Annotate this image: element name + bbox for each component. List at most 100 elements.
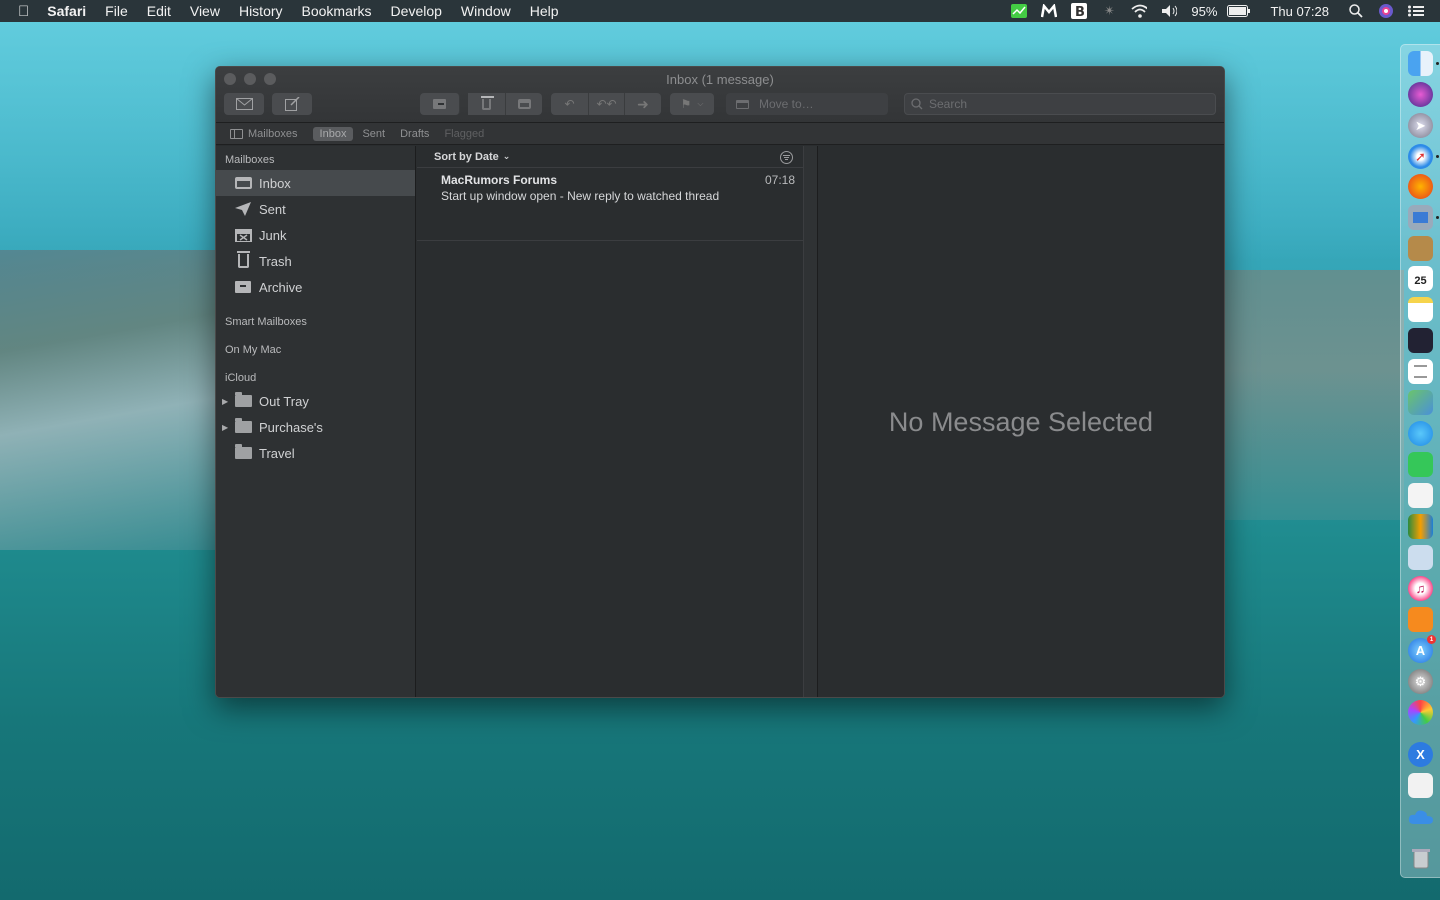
notification-center-icon[interactable] bbox=[1408, 4, 1424, 18]
move-to-button[interactable]: Move to… bbox=[726, 93, 888, 115]
photo-booth-hd-icon[interactable] bbox=[1408, 328, 1433, 353]
itunes-music-icon[interactable]: ♫ bbox=[1408, 576, 1433, 601]
sidebar-item-trash[interactable]: Trash bbox=[216, 248, 415, 274]
message-list: Sort by Date ⌄ MacRumors Forums 07:18 St… bbox=[417, 146, 803, 697]
activity-monitor-icon[interactable] bbox=[1011, 4, 1028, 18]
xcode-icon[interactable]: X bbox=[1408, 742, 1433, 767]
sidebar-item-junk[interactable]: Junk bbox=[216, 222, 415, 248]
facetime-camera-icon[interactable] bbox=[1408, 452, 1433, 477]
sidebar-item-inbox[interactable]: Inbox bbox=[216, 170, 415, 196]
spotlight-search-icon[interactable] bbox=[1348, 4, 1364, 18]
photos-icon[interactable] bbox=[1408, 700, 1433, 725]
calendar-day: 25 bbox=[1414, 275, 1427, 287]
smart-mailboxes-section-header[interactable]: Smart Mailboxes bbox=[216, 300, 415, 332]
contacts-book-icon[interactable] bbox=[1408, 236, 1433, 261]
message-list-scrollbar[interactable] bbox=[803, 146, 818, 697]
envelope-icon bbox=[235, 98, 253, 110]
favorites-sent-button[interactable]: Sent bbox=[362, 128, 385, 140]
compose-button[interactable] bbox=[272, 93, 312, 115]
battery-percentage[interactable]: 95% bbox=[1191, 4, 1217, 19]
desktop-wallpaper-shore-left bbox=[0, 250, 216, 550]
icloud-drive-icon[interactable] bbox=[1408, 804, 1433, 829]
menu-view[interactable]: View bbox=[190, 3, 220, 19]
pages-pen-icon[interactable] bbox=[1408, 483, 1433, 508]
disclosure-triangle-icon[interactable]: ▶ bbox=[222, 397, 228, 406]
b-app-icon[interactable]: B bbox=[1071, 3, 1088, 19]
calendar-icon[interactable]: 25 bbox=[1408, 266, 1433, 291]
maps-icon[interactable] bbox=[1408, 390, 1433, 415]
system-preferences-gear-icon[interactable]: ⚙ bbox=[1408, 669, 1433, 694]
favorites-drafts-button[interactable]: Drafts bbox=[400, 128, 429, 140]
search-input[interactable] bbox=[929, 97, 1199, 111]
sidebar-item-travel[interactable]: Travel bbox=[216, 440, 415, 466]
search-field[interactable] bbox=[904, 93, 1216, 115]
sidebar-item-purchases[interactable]: ▶ Purchase's bbox=[216, 414, 415, 440]
disclosure-triangle-icon[interactable]: ▶ bbox=[222, 423, 228, 432]
menu-history[interactable]: History bbox=[239, 3, 283, 19]
favorites-inbox-button[interactable]: Inbox bbox=[312, 126, 354, 141]
on-my-mac-section-header[interactable]: On My Mac bbox=[216, 332, 415, 360]
bluetooth-icon[interactable]: ✴ bbox=[1101, 3, 1117, 18]
sidebar-item-archive[interactable]: Archive bbox=[216, 274, 415, 300]
flag-button[interactable]: ⚑ ⌵ bbox=[670, 93, 714, 115]
menu-help[interactable]: Help bbox=[530, 3, 559, 19]
sidebar-item-label: Trash bbox=[259, 253, 292, 269]
ibooks-icon[interactable] bbox=[1408, 607, 1433, 632]
documents-folder-icon[interactable] bbox=[1408, 773, 1433, 798]
safari-compass-icon[interactable]: ➚ bbox=[1408, 144, 1433, 169]
menu-bookmarks[interactable]: Bookmarks bbox=[302, 3, 372, 19]
firefox-icon[interactable] bbox=[1408, 174, 1433, 199]
reply-all-button[interactable]: ↶↶ bbox=[589, 93, 625, 115]
sidebar-item-out-tray[interactable]: ▶ Out Tray bbox=[216, 388, 415, 414]
sort-by-date-button[interactable]: Sort by Date bbox=[434, 151, 499, 163]
preview-photo-icon[interactable] bbox=[1408, 205, 1433, 230]
favorites-mailboxes-button[interactable]: Mailboxes bbox=[230, 128, 298, 140]
get-mail-button[interactable] bbox=[224, 93, 264, 115]
icloud-section-header[interactable]: iCloud bbox=[216, 360, 415, 388]
menu-app-name[interactable]: Safari bbox=[47, 3, 86, 19]
window-toolbar: Inbox (1 message) ↶ ↶↶ ➜ ⚑ ⌵ Move to… bbox=[216, 67, 1224, 123]
keynote-podium-icon[interactable] bbox=[1408, 545, 1433, 570]
trash-can-icon[interactable] bbox=[1408, 845, 1433, 870]
chevron-down-icon[interactable]: ⌄ bbox=[503, 151, 511, 162]
messages-bubble-icon[interactable] bbox=[1408, 421, 1433, 446]
message-subject: Start up window open - New reply to watc… bbox=[441, 189, 720, 203]
sidebar-item-label: Travel bbox=[259, 445, 295, 461]
menu-file[interactable]: File bbox=[105, 3, 128, 19]
sidebar-item-sent[interactable]: Sent bbox=[216, 196, 415, 222]
menu-window[interactable]: Window bbox=[461, 3, 511, 19]
menu-develop[interactable]: Develop bbox=[391, 3, 442, 19]
filter-icon[interactable] bbox=[780, 151, 793, 164]
svg-text:B: B bbox=[1075, 5, 1085, 19]
reminders-list-icon[interactable] bbox=[1408, 359, 1433, 384]
message-time: 07:18 bbox=[764, 173, 795, 187]
notes-icon[interactable] bbox=[1408, 297, 1433, 322]
archive-button[interactable] bbox=[420, 93, 460, 115]
finder-icon[interactable] bbox=[1408, 51, 1433, 76]
siri-icon[interactable] bbox=[1378, 4, 1394, 18]
archive-box-icon bbox=[234, 281, 252, 293]
volume-icon[interactable] bbox=[1161, 4, 1178, 18]
siri-dock-icon[interactable] bbox=[1408, 82, 1433, 107]
menu-edit[interactable]: Edit bbox=[147, 3, 171, 19]
reply-icon: ↶ bbox=[564, 97, 575, 111]
malwarebytes-icon[interactable] bbox=[1041, 4, 1058, 18]
no-message-selected-text: No Message Selected bbox=[888, 407, 1154, 437]
forward-button[interactable]: ➜ bbox=[625, 93, 661, 115]
delete-button[interactable] bbox=[468, 93, 506, 115]
junk-icon bbox=[234, 228, 252, 242]
launchpad-rocket-icon[interactable]: ➤ bbox=[1408, 113, 1433, 138]
apple-menu-icon[interactable]:  bbox=[18, 3, 29, 20]
app-store-icon[interactable]: A1 bbox=[1408, 635, 1436, 663]
mailbox-sidebar: Mailboxes Inbox Sent Junk Trash Archive … bbox=[216, 146, 416, 697]
mailboxes-section-header[interactable]: Mailboxes bbox=[216, 146, 415, 170]
numbers-chart-icon[interactable] bbox=[1408, 514, 1433, 539]
battery-icon[interactable] bbox=[1227, 4, 1251, 18]
message-sender: MacRumors Forums bbox=[441, 173, 558, 187]
favorites-flagged-button[interactable]: Flagged bbox=[444, 128, 484, 140]
wifi-icon[interactable] bbox=[1131, 4, 1148, 18]
junk-button[interactable] bbox=[506, 93, 542, 115]
message-row[interactable]: MacRumors Forums 07:18 Start up window o… bbox=[417, 168, 803, 241]
reply-button[interactable]: ↶ bbox=[551, 93, 589, 115]
menubar-clock[interactable]: Thu 07:28 bbox=[1270, 4, 1329, 19]
